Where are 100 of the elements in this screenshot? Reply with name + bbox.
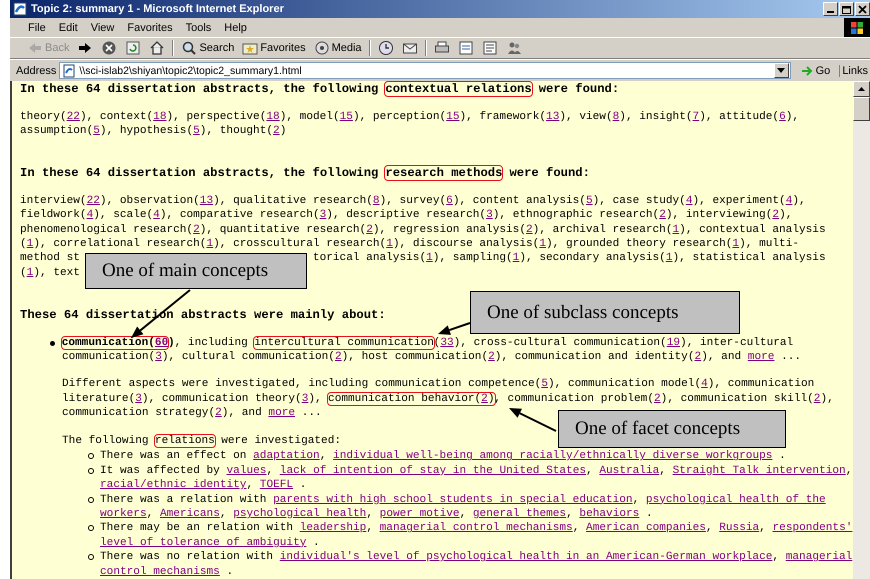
- link[interactable]: 5: [93, 124, 100, 137]
- menu-item[interactable]: Favorites: [127, 22, 173, 34]
- link[interactable]: 1: [386, 238, 393, 250]
- go-button[interactable]: Go: [798, 64, 832, 78]
- link[interactable]: 1: [732, 238, 740, 250]
- link[interactable]: adaptation: [253, 450, 320, 462]
- link[interactable]: behaviors: [579, 508, 640, 520]
- link[interactable]: 8: [372, 194, 380, 207]
- link[interactable]: 6: [779, 110, 786, 122]
- link[interactable]: 1: [539, 238, 546, 250]
- link[interactable]: 4: [786, 194, 792, 207]
- link[interactable]: 2: [814, 392, 820, 405]
- links-button[interactable]: Links: [839, 64, 870, 76]
- link[interactable]: 1: [512, 252, 520, 264]
- link[interactable]: TOEFL: [260, 479, 294, 492]
- link[interactable]: parents with high school students in special education: [273, 494, 633, 506]
- link[interactable]: 2: [273, 124, 280, 137]
- scroll-thumb[interactable]: [853, 97, 870, 121]
- link[interactable]: 2: [366, 224, 373, 236]
- link[interactable]: managerial control mechanisms: [380, 522, 573, 534]
- link[interactable]: 18: [266, 110, 280, 122]
- clock-icon[interactable]: [376, 40, 395, 56]
- link[interactable]: managerial: [786, 551, 852, 564]
- link[interactable]: 8: [612, 110, 620, 122]
- link[interactable]: general themes: [472, 508, 566, 520]
- link[interactable]: individual's level of psychological health in an American-German workplace: [280, 551, 772, 564]
- link[interactable]: 22: [86, 194, 100, 207]
- scroll-up-button[interactable]: [853, 81, 870, 97]
- link[interactable]: Australia: [599, 464, 660, 477]
- minimize-button[interactable]: [823, 2, 838, 16]
- link[interactable]: lack of intention of stay in the United States: [280, 464, 586, 477]
- stop-icon[interactable]: [100, 40, 118, 56]
- close-button[interactable]: [855, 2, 870, 16]
- link[interactable]: level of tolerance of ambiguity: [100, 536, 306, 549]
- link[interactable]: 2: [193, 224, 200, 236]
- link[interactable]: power motive: [380, 508, 460, 520]
- link[interactable]: workers: [100, 508, 147, 520]
- link[interactable]: 13: [200, 194, 214, 207]
- menu-item[interactable]: Edit: [58, 22, 78, 34]
- link[interactable]: 1: [26, 266, 34, 279]
- link[interactable]: psychological health of the: [646, 494, 826, 506]
- link[interactable]: 5: [541, 378, 548, 390]
- link[interactable]: leadership: [300, 522, 366, 534]
- link[interactable]: 4: [86, 209, 94, 222]
- link[interactable]: 2: [694, 351, 702, 364]
- link[interactable]: 3: [302, 392, 308, 405]
- link[interactable]: 1: [426, 252, 433, 264]
- search-button[interactable]: Search: [180, 40, 236, 56]
- link[interactable]: 18: [153, 110, 166, 122]
- refresh-icon[interactable]: [124, 40, 142, 56]
- menu-item[interactable]: File: [28, 22, 46, 34]
- list-icon[interactable]: [480, 40, 499, 56]
- maximize-button[interactable]: [839, 2, 854, 16]
- link[interactable]: 13: [546, 110, 560, 122]
- menu-item[interactable]: Help: [224, 22, 247, 34]
- link[interactable]: 19: [666, 336, 680, 349]
- link[interactable]: 1: [672, 224, 680, 236]
- link[interactable]: 2: [526, 224, 533, 236]
- link[interactable]: Straight Talk intervention: [672, 464, 846, 477]
- link[interactable]: 2: [488, 351, 495, 364]
- scrollbar[interactable]: [853, 81, 870, 579]
- link[interactable]: more: [748, 351, 774, 364]
- link[interactable]: 3: [155, 351, 162, 364]
- link[interactable]: 5: [586, 194, 593, 207]
- menu-item[interactable]: Tools: [186, 22, 212, 34]
- address-field[interactable]: \\sci-islab2\shiyan\topic2\topic2_summary1.html: [59, 62, 791, 79]
- link[interactable]: 22: [66, 110, 80, 122]
- link[interactable]: 33: [440, 336, 454, 349]
- document-icon[interactable]: [456, 40, 475, 56]
- link[interactable]: more: [268, 407, 296, 420]
- link[interactable]: respondents': [772, 522, 852, 534]
- link[interactable]: 7: [692, 110, 700, 122]
- link[interactable]: 2: [772, 209, 780, 222]
- link[interactable]: 2: [334, 351, 342, 364]
- link[interactable]: 1: [206, 238, 214, 250]
- link[interactable]: 15: [340, 110, 353, 122]
- link[interactable]: 1: [666, 252, 672, 264]
- link[interactable]: 60: [154, 336, 168, 349]
- link[interactable]: 5: [193, 124, 200, 137]
- link[interactable]: 2: [654, 392, 661, 405]
- link[interactable]: 2: [659, 209, 666, 222]
- menu-item[interactable]: View: [90, 22, 114, 34]
- link[interactable]: 4: [153, 209, 160, 222]
- link[interactable]: 3: [486, 209, 493, 222]
- link[interactable]: 4: [701, 378, 708, 390]
- link[interactable]: individual well-being among racially/ethnically diverse workgroups: [333, 450, 772, 462]
- favorites-button[interactable]: Favorites: [241, 40, 307, 56]
- link[interactable]: 15: [446, 110, 460, 122]
- media-button[interactable]: Media: [312, 40, 363, 56]
- link[interactable]: psychological health: [233, 508, 366, 520]
- link[interactable]: control mechanisms: [100, 566, 220, 578]
- link[interactable]: Americans: [160, 508, 220, 520]
- link[interactable]: 3: [135, 392, 142, 405]
- link[interactable]: 2: [215, 407, 222, 420]
- link[interactable]: Russia: [719, 522, 760, 534]
- link[interactable]: racial/ethnic identity: [100, 479, 246, 492]
- link[interactable]: American companies: [586, 522, 706, 534]
- link[interactable]: 4: [686, 194, 693, 207]
- link[interactable]: 2: [481, 392, 488, 405]
- dropdown-button[interactable]: [774, 63, 789, 78]
